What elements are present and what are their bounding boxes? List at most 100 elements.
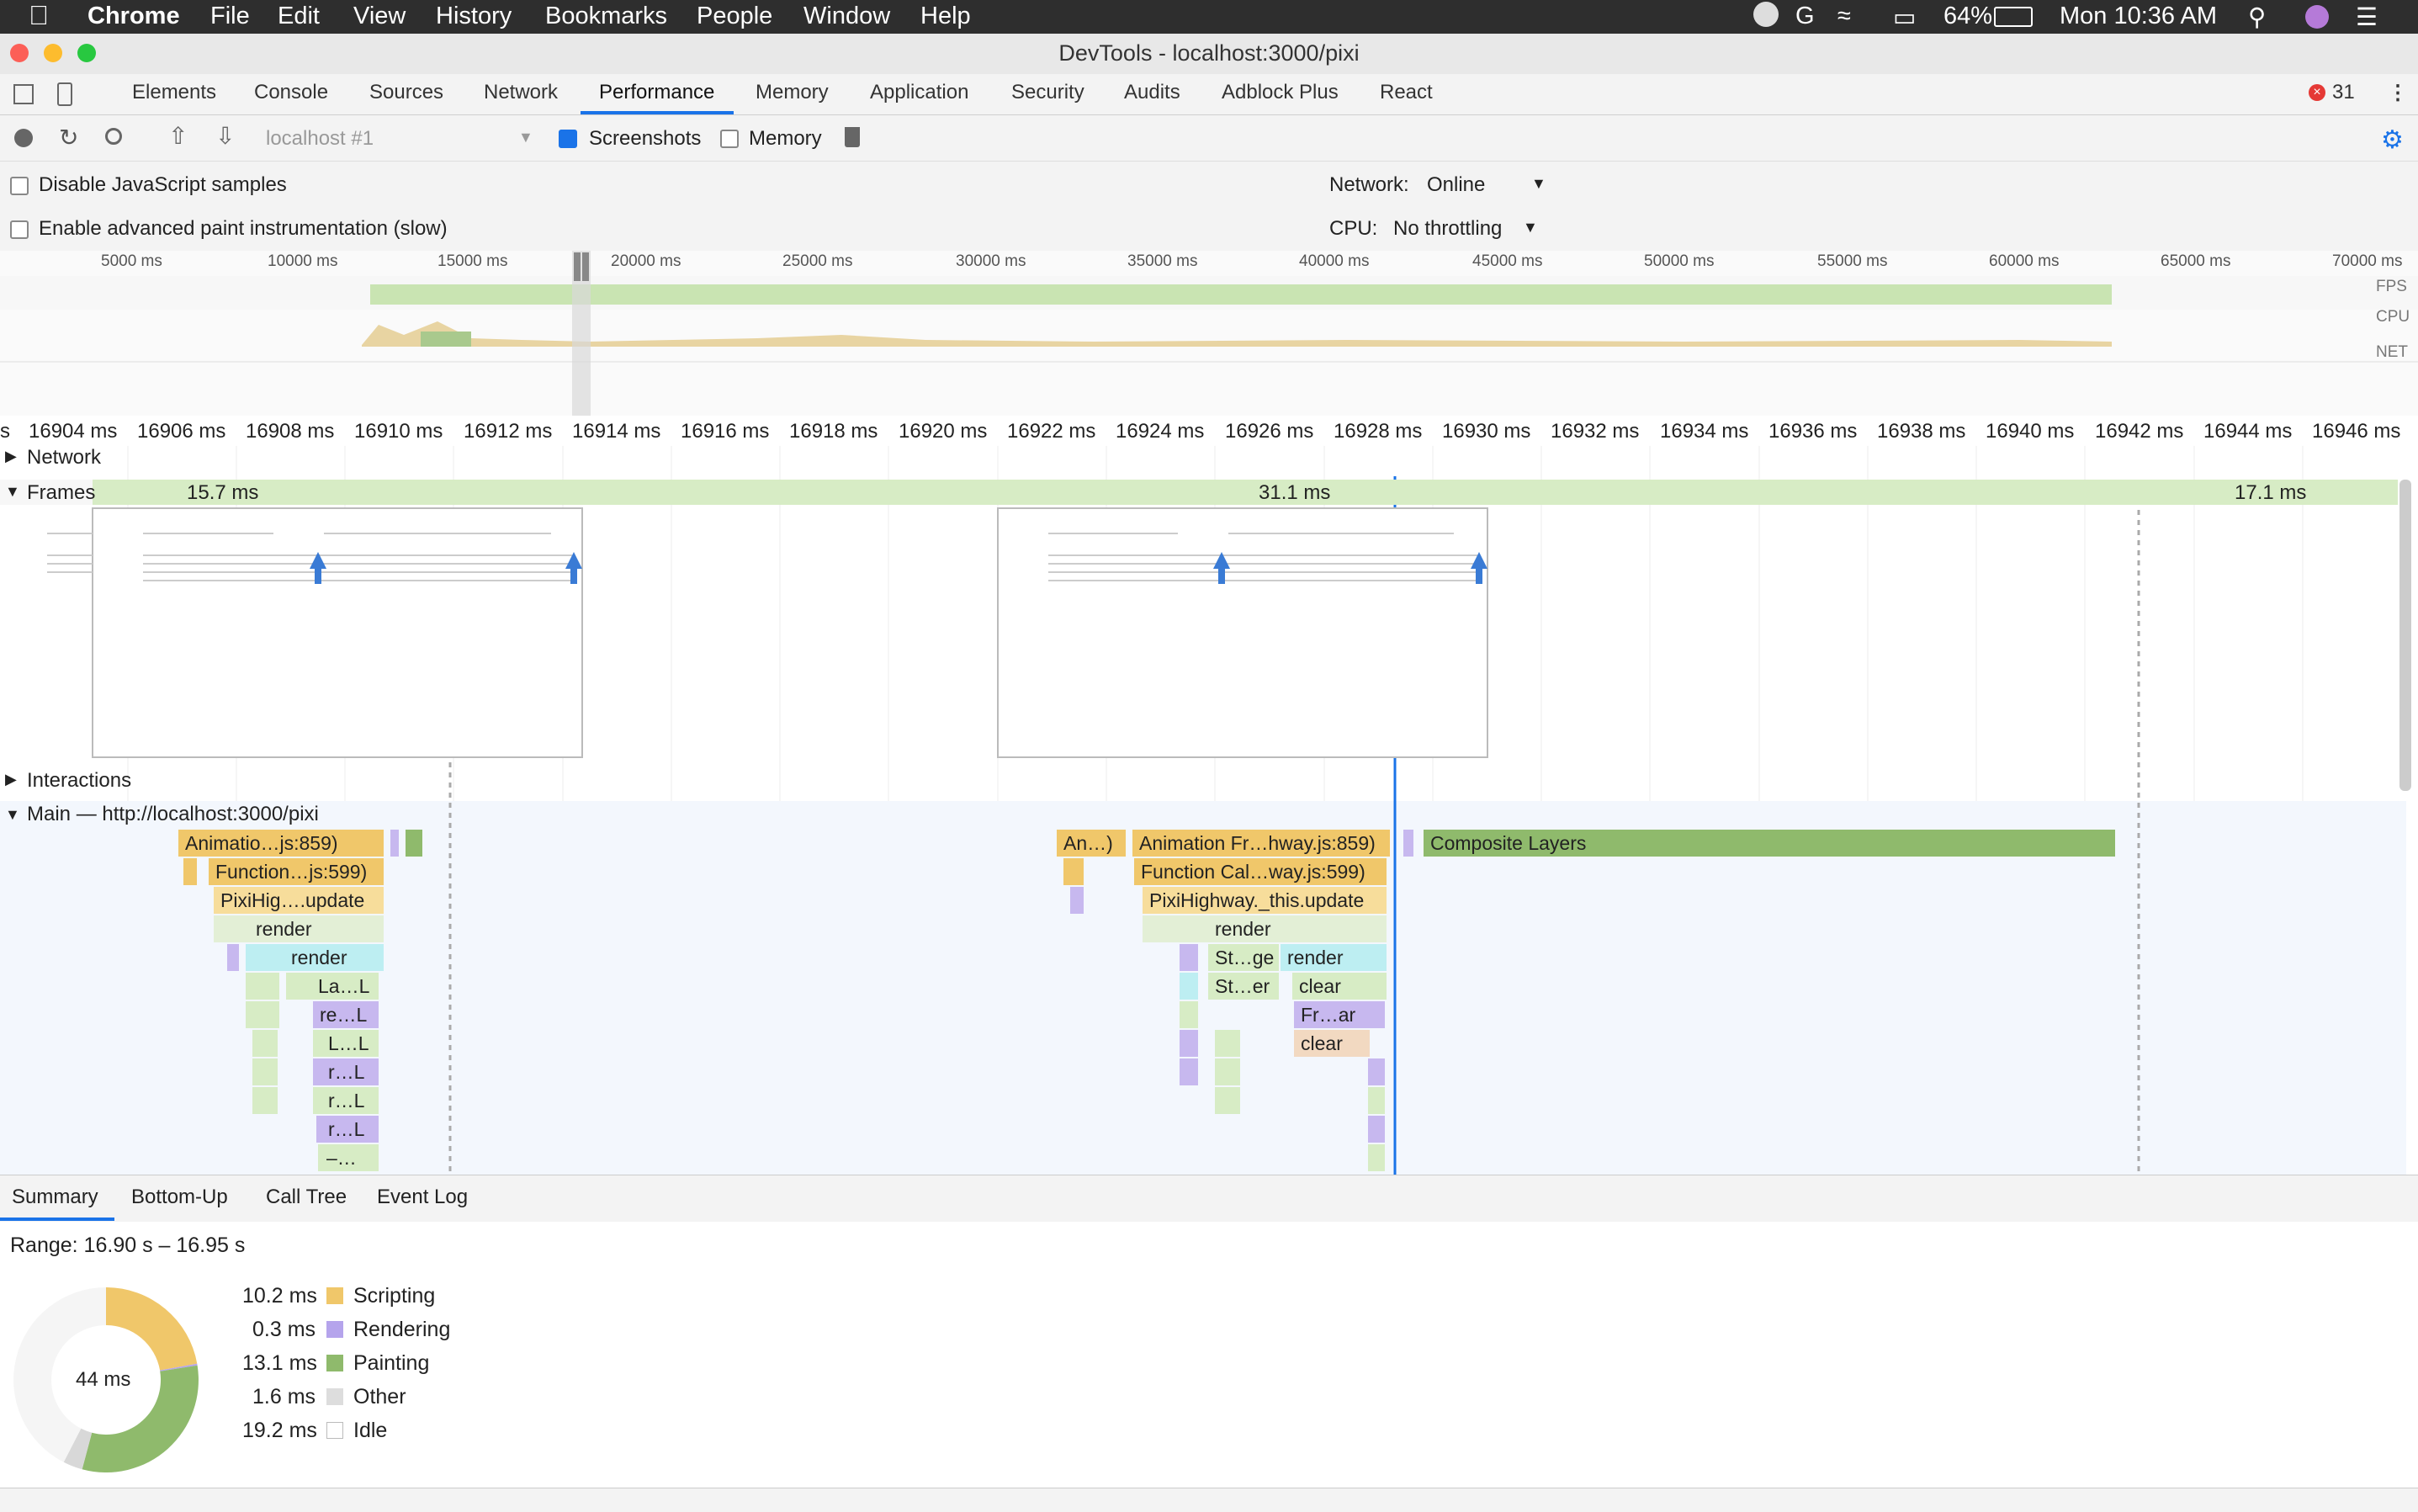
flame-event[interactable] bbox=[1368, 1087, 1385, 1114]
inspect-element-icon[interactable] bbox=[13, 84, 34, 104]
flame-event[interactable]: Animation Fr…hway.js:859) bbox=[1132, 830, 1390, 857]
menu-clock[interactable]: Mon 10:36 AM bbox=[2060, 3, 2217, 30]
frame-duration[interactable]: 17.1 ms bbox=[2235, 481, 2306, 505]
flame-event[interactable]: L…L bbox=[313, 1030, 379, 1057]
airplay-icon[interactable]: ▭ bbox=[1893, 3, 1916, 32]
flame-event[interactable]: An…) bbox=[1057, 830, 1126, 857]
spotlight-search-icon[interactable]: ⚲ bbox=[2248, 3, 2266, 32]
main-thread-label[interactable]: Main — http://localhost:3000/pixi bbox=[27, 803, 319, 826]
tab-event-log[interactable]: Event Log bbox=[377, 1186, 468, 1209]
menu-view[interactable]: View bbox=[353, 3, 406, 30]
tab-memory[interactable]: Memory bbox=[756, 81, 829, 104]
flame-event[interactable] bbox=[252, 1087, 278, 1114]
flame-event[interactable]: PixiHighway._this.update bbox=[1143, 887, 1387, 914]
tab-bottom-up[interactable]: Bottom-Up bbox=[131, 1186, 228, 1209]
network-track-label[interactable]: Network bbox=[27, 446, 101, 470]
flame-event[interactable] bbox=[1368, 1058, 1385, 1085]
cpu-throttle-select[interactable]: No throttling bbox=[1393, 217, 1502, 241]
flame-event[interactable] bbox=[246, 1001, 279, 1028]
flame-event[interactable]: r…L bbox=[313, 1058, 379, 1085]
disable-js-samples-checkbox[interactable] bbox=[10, 177, 29, 195]
flame-event[interactable] bbox=[1368, 1116, 1385, 1143]
timeline-overview[interactable]: 5000 ms 10000 ms 15000 ms 20000 ms 25000… bbox=[0, 251, 2418, 416]
interactions-expand-icon[interactable]: ▶ bbox=[5, 771, 17, 788]
screenshots-checkbox[interactable] bbox=[559, 130, 577, 148]
profile-select[interactable]: localhost #1 bbox=[266, 127, 374, 151]
flame-event[interactable]: render bbox=[214, 915, 384, 942]
frames-collapse-icon[interactable]: ▼ bbox=[5, 483, 20, 501]
flame-event[interactable] bbox=[1180, 1030, 1198, 1057]
frame-duration[interactable]: 15.7 ms bbox=[187, 481, 258, 505]
wifi-icon[interactable]: ≈ bbox=[1837, 3, 1851, 30]
flame-event[interactable] bbox=[406, 830, 422, 857]
error-count[interactable]: 31 bbox=[2332, 81, 2355, 104]
flame-event[interactable] bbox=[252, 1058, 278, 1085]
network-track-expand-icon[interactable]: ▶ bbox=[5, 448, 17, 465]
battery-icon[interactable] bbox=[1994, 7, 2033, 27]
flame-event[interactable] bbox=[1368, 1144, 1385, 1171]
flame-event[interactable] bbox=[1215, 1030, 1240, 1057]
tab-call-tree[interactable]: Call Tree bbox=[266, 1186, 347, 1209]
tab-console[interactable]: Console bbox=[254, 81, 328, 104]
apple-icon[interactable]:  bbox=[29, 0, 49, 31]
tab-elements[interactable]: Elements bbox=[132, 81, 216, 104]
profile-select-arrow-icon[interactable]: ▼ bbox=[518, 129, 533, 146]
frame-duration[interactable]: 31.1 ms bbox=[1259, 481, 1330, 505]
flame-event[interactable] bbox=[1403, 830, 1413, 857]
flame-event[interactable]: Function…js:599) bbox=[209, 858, 384, 885]
trash-icon[interactable] bbox=[845, 127, 860, 147]
tab-application[interactable]: Application bbox=[870, 81, 968, 104]
tab-summary[interactable]: Summary bbox=[12, 1186, 98, 1209]
menu-help[interactable]: Help bbox=[920, 3, 971, 30]
flame-event[interactable] bbox=[1215, 1058, 1240, 1085]
flame-event[interactable]: Animatio…js:859) bbox=[178, 830, 384, 857]
flame-event[interactable] bbox=[1063, 858, 1084, 885]
flame-event[interactable] bbox=[227, 944, 239, 971]
notification-center-icon[interactable]: ☰ bbox=[2356, 3, 2378, 32]
save-profile-icon[interactable]: ⇩ bbox=[215, 122, 235, 150]
memory-checkbox[interactable] bbox=[720, 130, 739, 148]
error-icon[interactable]: × bbox=[2309, 84, 2325, 101]
flame-event[interactable] bbox=[390, 830, 399, 857]
flame-event[interactable]: render bbox=[1281, 944, 1387, 971]
tab-react[interactable]: React bbox=[1380, 81, 1433, 104]
menu-people[interactable]: People bbox=[697, 3, 772, 30]
flame-event[interactable] bbox=[1070, 887, 1084, 914]
clear-icon[interactable] bbox=[105, 128, 122, 145]
flame-event[interactable]: render bbox=[246, 944, 384, 971]
record-button[interactable] bbox=[14, 129, 33, 147]
frames-bar[interactable] bbox=[59, 480, 2398, 505]
tab-adblock-plus[interactable]: Adblock Plus bbox=[1222, 81, 1339, 104]
device-toolbar-icon[interactable] bbox=[57, 82, 72, 106]
frames-track-label[interactable]: Frames bbox=[27, 481, 95, 505]
menu-window[interactable]: Window bbox=[803, 3, 890, 30]
flame-event[interactable] bbox=[1180, 944, 1198, 971]
flame-event[interactable] bbox=[1180, 973, 1198, 1000]
advanced-paint-checkbox[interactable] bbox=[10, 220, 29, 239]
tab-security[interactable]: Security bbox=[1011, 81, 1084, 104]
reload-record-icon[interactable]: ↻ bbox=[59, 124, 78, 151]
menu-bookmarks[interactable]: Bookmarks bbox=[545, 3, 667, 30]
cloud-icon[interactable] bbox=[1753, 2, 1779, 27]
flame-event[interactable]: St…ge bbox=[1208, 944, 1279, 971]
tab-performance[interactable]: Performance bbox=[599, 81, 714, 104]
flame-event[interactable]: Fr…ar bbox=[1294, 1001, 1385, 1028]
flame-event[interactable]: La…L bbox=[286, 973, 379, 1000]
network-throttle-select[interactable]: Online bbox=[1427, 173, 1485, 197]
flame-event[interactable]: Composite Layers bbox=[1424, 830, 2115, 857]
sync-icon[interactable]: G bbox=[1795, 3, 1815, 30]
flame-event[interactable]: St…er bbox=[1208, 973, 1279, 1000]
flame-event[interactable] bbox=[246, 973, 279, 1000]
flame-event[interactable]: render bbox=[1143, 915, 1387, 942]
flame-event[interactable]: r…L bbox=[316, 1116, 379, 1143]
network-select-arrow-icon[interactable]: ▼ bbox=[1531, 175, 1546, 193]
flame-event[interactable] bbox=[1215, 1087, 1240, 1114]
tab-audits[interactable]: Audits bbox=[1124, 81, 1180, 104]
capture-settings-gear-icon[interactable]: ⚙ bbox=[2381, 125, 2404, 155]
flame-event[interactable]: r…L bbox=[313, 1087, 379, 1114]
menu-app-name[interactable]: Chrome bbox=[87, 3, 180, 30]
flame-event[interactable]: –… bbox=[318, 1144, 379, 1171]
flame-event[interactable]: clear bbox=[1294, 1030, 1370, 1057]
menu-edit[interactable]: Edit bbox=[278, 3, 320, 30]
flame-event[interactable]: re…L bbox=[313, 1001, 379, 1028]
